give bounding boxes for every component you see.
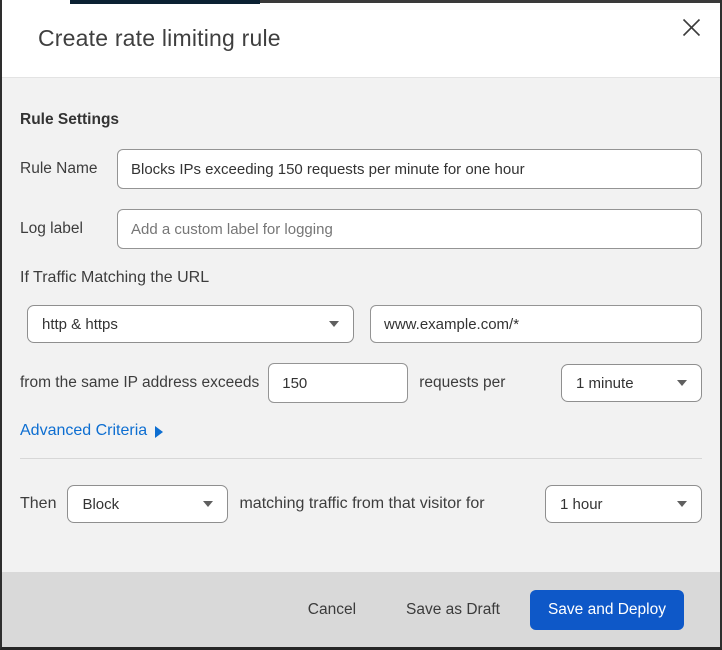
url-match-row: http & https (27, 305, 702, 343)
request-threshold-input[interactable] (268, 363, 409, 403)
chevron-down-icon (677, 501, 687, 507)
scheme-select[interactable]: http & https (27, 305, 354, 343)
action-middle-text: matching traffic from that visitor for (239, 495, 485, 512)
period-select-value: 1 minute (576, 374, 634, 392)
save-as-draft-button[interactable]: Save as Draft (402, 593, 504, 627)
triangle-right-icon (155, 426, 164, 438)
chevron-down-icon (677, 380, 687, 386)
duration-select[interactable]: 1 hour (545, 485, 702, 523)
rule-name-row: Rule Name (20, 149, 702, 189)
advanced-criteria-label: Advanced Criteria (20, 422, 148, 439)
log-label-label: Log label (20, 220, 83, 237)
then-label: Then (20, 495, 57, 512)
save-and-deploy-button[interactable]: Save and Deploy (529, 589, 684, 630)
action-select[interactable]: Block (67, 485, 229, 523)
chevron-down-icon (329, 321, 339, 327)
scheme-select-value: http & https (42, 315, 118, 333)
action-row: Then Block matching traffic from that vi… (20, 485, 702, 523)
background-page-sliver (70, 0, 260, 4)
traffic-match-intro: If Traffic Matching the URL (20, 269, 210, 286)
log-label-input[interactable] (117, 209, 702, 249)
section-divider (20, 458, 702, 459)
duration-select-value: 1 hour (560, 495, 603, 513)
rule-name-label: Rule Name (20, 160, 98, 177)
advanced-criteria-link[interactable]: Advanced Criteria (20, 422, 164, 440)
close-icon (682, 18, 701, 40)
url-pattern-input[interactable] (370, 305, 702, 343)
period-select[interactable]: 1 minute (561, 364, 702, 402)
dialog-header: Create rate limiting rule (2, 0, 720, 78)
close-button[interactable] (676, 14, 706, 44)
dialog-body: Rule Settings Rule Name Log label If Tra… (2, 78, 720, 572)
chevron-down-icon (203, 501, 214, 507)
rule-name-input[interactable] (117, 149, 702, 189)
dialog-top-border (260, 0, 720, 3)
threshold-prefix-text: from the same IP address exceeds (20, 374, 260, 391)
dialog-footer: Cancel Save as Draft Save and Deploy (2, 572, 720, 647)
threshold-suffix-text: requests per (419, 374, 506, 391)
create-rate-limiting-rule-dialog: Create rate limiting rule Rule Settings … (0, 0, 722, 650)
dialog-title: Create rate limiting rule (38, 25, 281, 51)
cancel-button[interactable]: Cancel (304, 593, 360, 627)
action-select-value: Block (82, 495, 120, 513)
log-label-row: Log label (20, 209, 702, 249)
threshold-row: from the same IP address exceeds request… (20, 363, 702, 403)
rule-settings-heading: Rule Settings (20, 111, 120, 128)
